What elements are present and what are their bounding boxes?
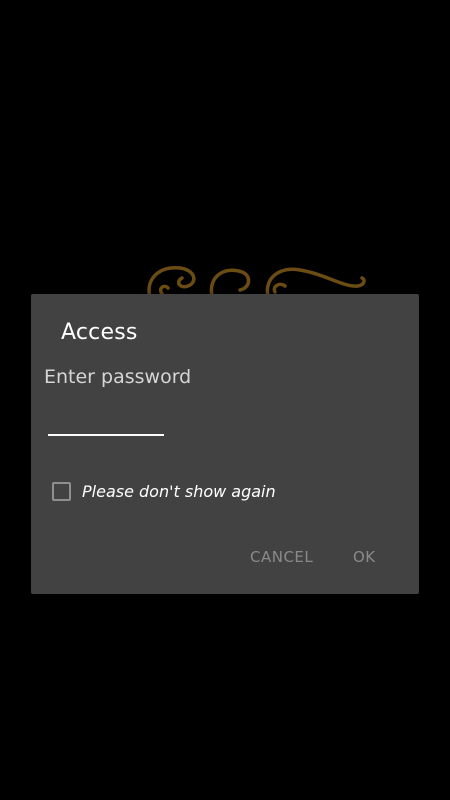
password-input[interactable] — [48, 404, 164, 436]
dont-show-again-row[interactable]: Please don't show again — [52, 479, 276, 503]
dialog-title: Access — [61, 320, 138, 345]
access-dialog: Access Enter password Please don't show … — [31, 294, 419, 594]
dialog-message: Enter password — [44, 366, 192, 388]
dont-show-again-checkbox[interactable] — [52, 481, 71, 501]
ok-button[interactable]: OK — [353, 548, 376, 566]
dont-show-again-label[interactable]: Please don't show again — [82, 482, 276, 501]
screen: Access Enter password Please don't show … — [0, 0, 450, 800]
cancel-button[interactable]: CANCEL — [250, 548, 313, 566]
